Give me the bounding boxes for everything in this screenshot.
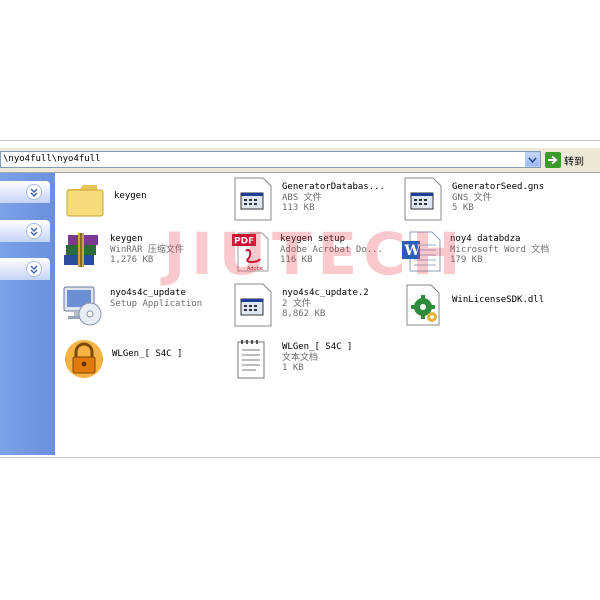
file-type: ABS 文件 xyxy=(282,192,322,203)
expand-chevrons-icon[interactable] xyxy=(26,223,42,239)
file-name: WLGen_[ S4C ] xyxy=(112,349,183,359)
word-document-icon: W xyxy=(400,229,444,273)
file-type: GNS 文件 xyxy=(452,192,492,203)
list-item[interactable]: WLGen_[ S4C ] xyxy=(62,337,182,381)
file-name: nyo4s4c_update.2 xyxy=(282,288,369,298)
address-bar: \nyo4full\nyo4full 转到 xyxy=(0,148,600,173)
list-item[interactable]: WinLicenseSDK.dll xyxy=(402,283,544,327)
go-label: 转到 xyxy=(564,156,584,168)
folder-icon xyxy=(64,177,108,221)
file-name: keygen xyxy=(110,234,143,244)
list-item[interactable]: keygen WinRAR 压缩文件 1,276 KB xyxy=(60,229,184,273)
file-size: 179 KB xyxy=(450,255,483,265)
file-name: WinLicenseSDK.dll xyxy=(452,295,545,305)
file-name: noy4 databdza xyxy=(450,234,521,244)
text-document-icon xyxy=(232,337,276,381)
winrar-archive-icon xyxy=(60,229,104,273)
file-name: GeneratorDatabas... xyxy=(282,182,385,192)
file-name: GeneratorSeed.gns xyxy=(452,182,545,192)
task-pane-section-1[interactable] xyxy=(0,181,50,203)
list-item[interactable]: WLGen_[ S4C ] 文本文档 1 KB xyxy=(232,337,352,381)
file-size: 1 KB xyxy=(282,363,304,373)
address-input[interactable]: \nyo4full\nyo4full xyxy=(0,151,541,168)
list-item[interactable]: PDF Adobe keygen setup Adobe Acrobat Do..… xyxy=(230,229,383,273)
file-name: keygen xyxy=(114,191,147,201)
list-item[interactable]: keygen xyxy=(64,177,147,221)
setup-cd-icon xyxy=(60,283,104,327)
file-type: Setup Application xyxy=(110,298,203,309)
svg-text:Adobe: Adobe xyxy=(247,266,263,272)
generic-file-icon xyxy=(232,177,276,221)
expand-chevrons-icon[interactable] xyxy=(26,261,42,277)
file-size: 113 KB xyxy=(282,203,315,213)
dll-gear-icon xyxy=(402,283,446,327)
file-type: Microsoft Word 文档 xyxy=(450,244,550,255)
address-dropdown-button[interactable] xyxy=(525,152,540,167)
list-item[interactable]: nyo4s4c_update Setup Application xyxy=(60,283,202,327)
generic-file-icon xyxy=(402,177,446,221)
file-name: keygen setup xyxy=(280,234,346,244)
go-arrow-icon xyxy=(545,152,561,168)
task-pane-section-3[interactable] xyxy=(0,258,50,280)
file-type: Adobe Acrobat Do... xyxy=(280,244,383,255)
list-item[interactable]: nyo4s4c_update.2 2 文件 8,862 KB xyxy=(232,283,369,327)
file-size: 8,862 KB xyxy=(282,309,326,319)
generic-file-icon xyxy=(232,283,276,327)
list-item[interactable]: W noy4 databdza Microsoft Word 文档 179 KB xyxy=(400,229,549,273)
file-size: 1,276 KB xyxy=(110,255,154,265)
task-pane xyxy=(0,173,55,455)
file-size: 5 KB xyxy=(452,203,474,213)
svg-text:PDF: PDF xyxy=(234,237,254,247)
expand-chevrons-icon[interactable] xyxy=(26,184,42,200)
chevron-down-icon xyxy=(528,156,537,163)
file-name: nyo4s4c_update xyxy=(110,288,186,298)
go-button[interactable]: 转到 xyxy=(545,151,584,169)
address-path: \nyo4full\nyo4full xyxy=(3,154,101,164)
file-type: WinRAR 压缩文件 xyxy=(110,244,184,255)
svg-text:W: W xyxy=(404,243,421,259)
list-item[interactable]: GeneratorDatabas... ABS 文件 113 KB xyxy=(232,177,385,221)
file-type: 文本文档 xyxy=(282,352,319,363)
pdf-icon: PDF Adobe xyxy=(230,229,274,273)
file-list: keygen GeneratorDatabas... ABS 文件 113 KB… xyxy=(56,173,600,455)
file-name: WLGen_[ S4C ] xyxy=(282,342,353,352)
task-pane-section-2[interactable] xyxy=(0,220,50,242)
file-type: 2 文件 xyxy=(282,298,311,309)
padlock-icon xyxy=(62,337,106,381)
list-item[interactable]: GeneratorSeed.gns GNS 文件 5 KB xyxy=(402,177,544,221)
file-size: 116 KB xyxy=(280,255,313,265)
